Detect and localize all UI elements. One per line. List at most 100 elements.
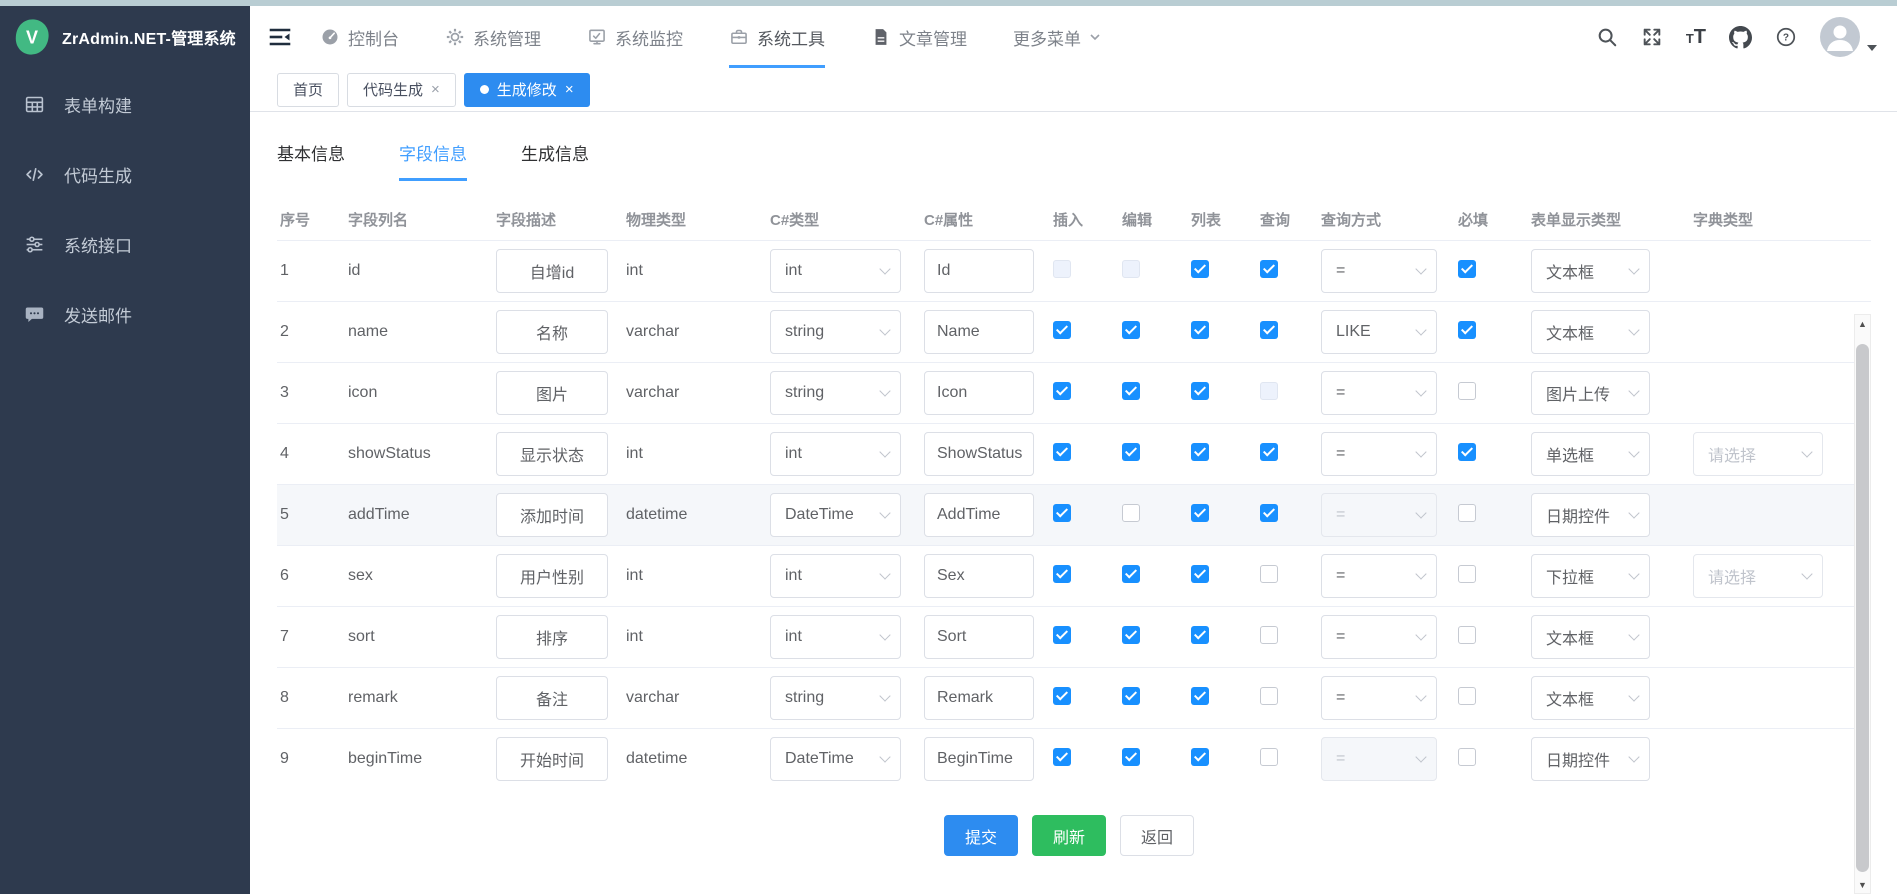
list-checkbox[interactable]	[1191, 687, 1209, 705]
edit-checkbox[interactable]	[1122, 504, 1140, 522]
tag-gen-edit[interactable]: 生成修改 ×	[464, 73, 590, 107]
csharp-property-input[interactable]: Sex	[924, 554, 1034, 598]
avatar[interactable]	[1820, 17, 1860, 57]
list-checkbox[interactable]	[1191, 260, 1209, 278]
query-checkbox[interactable]	[1260, 504, 1278, 522]
edit-checkbox[interactable]	[1122, 748, 1140, 766]
tab-field-info[interactable]: 字段信息	[399, 140, 467, 181]
insert-checkbox[interactable]	[1053, 565, 1071, 583]
display-type-select[interactable]: 图片上传	[1531, 371, 1650, 415]
csharp-property-input[interactable]: Name	[924, 310, 1034, 354]
query-checkbox[interactable]	[1260, 626, 1278, 644]
query-mode-select[interactable]: =	[1321, 371, 1437, 415]
column-description-input[interactable]: 开始时间	[496, 737, 608, 781]
required-checkbox[interactable]	[1458, 565, 1476, 583]
query-mode-select[interactable]: =	[1321, 554, 1437, 598]
csharp-type-select[interactable]: int	[770, 432, 901, 476]
github-icon[interactable]	[1729, 26, 1752, 49]
csharp-property-input[interactable]: Id	[924, 249, 1034, 293]
close-icon[interactable]: ×	[431, 82, 440, 97]
insert-checkbox[interactable]	[1053, 626, 1071, 644]
insert-checkbox[interactable]	[1053, 504, 1071, 522]
required-checkbox[interactable]	[1458, 504, 1476, 522]
display-type-select[interactable]: 日期控件	[1531, 493, 1650, 537]
edit-checkbox[interactable]	[1122, 626, 1140, 644]
display-type-select[interactable]: 文本框	[1531, 615, 1650, 659]
query-checkbox[interactable]	[1260, 565, 1278, 583]
query-mode-select[interactable]: =	[1321, 249, 1437, 293]
sidebar-collapse-button[interactable]	[268, 25, 292, 49]
back-button[interactable]: 返回	[1120, 815, 1194, 856]
query-mode-select[interactable]: LIKE	[1321, 310, 1437, 354]
query-checkbox[interactable]	[1260, 443, 1278, 461]
csharp-type-select[interactable]: string	[770, 310, 901, 354]
csharp-property-input[interactable]: Sort	[924, 615, 1034, 659]
column-description-input[interactable]: 用户性别	[496, 554, 608, 598]
query-checkbox[interactable]	[1260, 321, 1278, 339]
list-checkbox[interactable]	[1191, 626, 1209, 644]
column-description-input[interactable]: 显示状态	[496, 432, 608, 476]
submit-button[interactable]: 提交	[944, 815, 1018, 856]
column-description-input[interactable]: 图片	[496, 371, 608, 415]
close-icon[interactable]: ×	[565, 82, 574, 97]
display-type-select[interactable]: 文本框	[1531, 310, 1650, 354]
query-checkbox[interactable]	[1260, 260, 1278, 278]
required-checkbox[interactable]	[1458, 321, 1476, 339]
list-checkbox[interactable]	[1191, 504, 1209, 522]
edit-checkbox[interactable]	[1122, 443, 1140, 461]
insert-checkbox[interactable]	[1053, 748, 1071, 766]
fullscreen-icon[interactable]	[1641, 26, 1663, 48]
csharp-property-input[interactable]: BeginTime	[924, 737, 1034, 781]
list-checkbox[interactable]	[1191, 748, 1209, 766]
sidebar-item-form-build[interactable]: 表单构建	[0, 76, 250, 132]
query-checkbox[interactable]	[1260, 687, 1278, 705]
nav-item-system-manage[interactable]: 系统管理	[445, 6, 541, 68]
dict-type-select[interactable]: 请选择	[1693, 554, 1823, 598]
csharp-type-select[interactable]: int	[770, 554, 901, 598]
csharp-property-input[interactable]: Icon	[924, 371, 1034, 415]
csharp-type-select[interactable]: DateTime	[770, 493, 901, 537]
tab-gen-info[interactable]: 生成信息	[521, 140, 589, 181]
edit-checkbox[interactable]	[1122, 382, 1140, 400]
scroll-up-icon[interactable]: ▲	[1855, 315, 1870, 332]
insert-checkbox[interactable]	[1053, 321, 1071, 339]
query-mode-select[interactable]: =	[1321, 676, 1437, 720]
list-checkbox[interactable]	[1191, 565, 1209, 583]
tag-home[interactable]: 首页	[277, 73, 339, 107]
csharp-property-input[interactable]: AddTime	[924, 493, 1034, 537]
edit-checkbox[interactable]	[1122, 687, 1140, 705]
insert-checkbox[interactable]	[1053, 687, 1071, 705]
nav-item-system-tools[interactable]: 系统工具	[729, 6, 825, 68]
refresh-button[interactable]: 刷新	[1032, 815, 1106, 856]
list-checkbox[interactable]	[1191, 321, 1209, 339]
edit-checkbox[interactable]	[1122, 321, 1140, 339]
column-description-input[interactable]: 备注	[496, 676, 608, 720]
table-scrollbar[interactable]: ▲ ▼	[1854, 314, 1871, 894]
column-description-input[interactable]: 自增id	[496, 249, 608, 293]
query-mode-select[interactable]: =	[1321, 432, 1437, 476]
display-type-select[interactable]: 下拉框	[1531, 554, 1650, 598]
required-checkbox[interactable]	[1458, 626, 1476, 644]
edit-checkbox[interactable]	[1122, 565, 1140, 583]
insert-checkbox[interactable]	[1053, 382, 1071, 400]
font-size-icon[interactable]: TT	[1686, 27, 1706, 47]
insert-checkbox[interactable]	[1053, 443, 1071, 461]
tab-basic-info[interactable]: 基本信息	[277, 140, 345, 181]
tag-code-gen[interactable]: 代码生成 ×	[347, 73, 456, 107]
csharp-property-input[interactable]: Remark	[924, 676, 1034, 720]
list-checkbox[interactable]	[1191, 382, 1209, 400]
display-type-select[interactable]: 文本框	[1531, 676, 1650, 720]
nav-item-more-menu[interactable]: 更多菜单	[1013, 6, 1101, 68]
nav-item-article-manage[interactable]: 文章管理	[871, 6, 967, 68]
scroll-down-icon[interactable]: ▼	[1855, 876, 1870, 893]
csharp-type-select[interactable]: string	[770, 676, 901, 720]
sidebar-item-send-mail[interactable]: 发送邮件	[0, 286, 250, 342]
column-description-input[interactable]: 添加时间	[496, 493, 608, 537]
dict-type-select[interactable]: 请选择	[1693, 432, 1823, 476]
csharp-type-select[interactable]: DateTime	[770, 737, 901, 781]
display-type-select[interactable]: 文本框	[1531, 249, 1650, 293]
sidebar-item-code-gen[interactable]: 代码生成	[0, 146, 250, 202]
query-mode-select[interactable]: =	[1321, 493, 1437, 537]
csharp-type-select[interactable]: int	[770, 249, 901, 293]
search-icon[interactable]	[1596, 26, 1618, 48]
